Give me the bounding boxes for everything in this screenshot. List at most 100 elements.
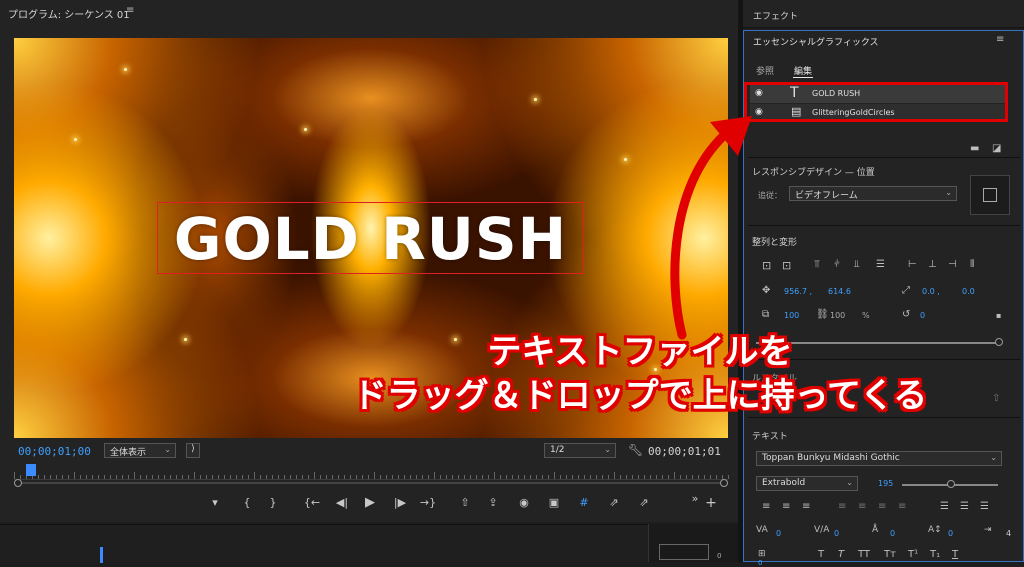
button-editor-add[interactable]: + — [704, 494, 718, 512]
export-button[interactable]: ⇗ — [636, 494, 652, 512]
align-left-icon[interactable]: ⊢ — [908, 259, 917, 270]
align-bottom-icon[interactable]: ⫫ — [854, 259, 860, 270]
font-size-value[interactable]: 195 — [878, 479, 893, 488]
scrub-end-handle[interactable] — [720, 479, 728, 487]
anchor-y[interactable]: 0.0 — [962, 287, 975, 296]
go-to-in-button[interactable]: {← — [302, 494, 322, 512]
ruler-tick — [350, 475, 351, 479]
align-vertical-center-icon[interactable]: ⊡ — [762, 259, 771, 272]
kerning-value[interactable]: 0 — [834, 529, 839, 538]
scrub-start-handle[interactable] — [14, 479, 22, 487]
mark-in-button[interactable]: { — [240, 494, 254, 512]
vertical-align-bottom-icon[interactable]: ☰ — [980, 501, 989, 512]
new-layer-icon[interactable]: ◪ — [992, 143, 1001, 154]
align-horizontal-center-icon[interactable]: ⊡ — [782, 259, 791, 272]
ruler-tick — [302, 475, 303, 479]
effects-title[interactable]: エフェクト — [753, 9, 798, 22]
current-timecode[interactable]: 00;00;01;00 — [18, 445, 91, 458]
align-text-left-icon[interactable]: ≡ — [762, 501, 770, 512]
settings-bracket-icon[interactable]: ⟩ — [186, 443, 200, 458]
zoom-select[interactable]: 全体表示 ⌄ — [104, 443, 176, 458]
bottom-value[interactable]: 0 — [758, 559, 762, 567]
faux-bold-icon[interactable]: T — [818, 549, 824, 560]
ruler-tick — [692, 475, 693, 479]
export-frame-button[interactable]: ◉ — [516, 494, 532, 512]
distribute-horizontal-icon[interactable]: ⦀ — [970, 259, 974, 270]
ruler-tick — [110, 475, 111, 479]
mark-out-button[interactable]: } — [266, 494, 280, 512]
folder-icon[interactable]: ▬ — [970, 143, 979, 154]
justify-left-icon[interactable]: ≡ — [838, 501, 846, 512]
tab-browse[interactable]: 参照 — [756, 64, 774, 77]
ruler-tick — [656, 475, 657, 479]
tsume-value[interactable]: 4 — [1006, 529, 1011, 538]
time-ruler[interactable] — [14, 464, 729, 480]
justify-all-icon[interactable]: ≡ — [898, 501, 906, 512]
multi-camera-button[interactable]: ⇗ — [606, 494, 622, 512]
position-y[interactable]: 614.6 — [828, 287, 851, 296]
vertical-align-top-icon[interactable]: ☰ — [940, 501, 949, 512]
hamburger-icon[interactable]: ≡ — [996, 34, 1004, 45]
annotation-line-2: ドラッグ＆ドロップで上に持ってくる — [352, 375, 929, 417]
ruler-tick — [704, 475, 705, 479]
align-center-icon[interactable]: ⊥ — [928, 259, 937, 270]
underline-icon[interactable]: T — [952, 549, 958, 560]
justify-center-icon[interactable]: ≡ — [858, 501, 866, 512]
all-caps-icon[interactable]: TT — [858, 549, 870, 560]
title-selection-box[interactable]: GOLD RUSH — [157, 202, 584, 274]
leading-value[interactable]: 0 — [890, 529, 895, 538]
ruler-tick — [458, 475, 459, 479]
step-forward-button[interactable]: |▶ — [390, 494, 410, 512]
ruler-tick — [62, 475, 63, 479]
wrench-icon[interactable]: 🔧︎ — [628, 443, 643, 457]
play-button[interactable]: ▶ — [362, 494, 378, 512]
more-buttons[interactable]: » — [688, 490, 702, 508]
align-top-icon[interactable]: ⫪ — [814, 259, 820, 270]
program-menu-icon[interactable]: ≡ — [126, 5, 134, 16]
font-size-slider-handle[interactable] — [947, 480, 955, 488]
add-marker-button[interactable]: ▾ — [208, 494, 222, 512]
extract-button[interactable]: ⇪ — [484, 494, 502, 512]
baseline-value[interactable]: 0 — [948, 529, 953, 538]
safe-margins-button[interactable]: # — [576, 494, 592, 512]
scrub-bar[interactable] — [14, 482, 728, 484]
anchor-x[interactable]: 0.0 , — [922, 287, 940, 296]
follow-select[interactable]: ビデオフレーム ⌄ — [789, 186, 957, 201]
tab-edit[interactable]: 編集 — [794, 64, 812, 77]
justify-right-icon[interactable]: ≡ — [878, 501, 886, 512]
playhead[interactable] — [26, 464, 36, 476]
faux-italic-icon[interactable]: T — [838, 549, 844, 560]
lift-button[interactable]: ⇧ — [456, 494, 474, 512]
superscript-icon[interactable]: T¹ — [908, 549, 918, 560]
font-select[interactable]: Toppan Bunkyu Midashi Gothic ⌄ — [756, 451, 1002, 466]
step-back-button[interactable]: ◀| — [332, 494, 352, 512]
annotation-arrow — [670, 116, 752, 340]
ruler-tick — [236, 475, 237, 479]
go-to-out-button[interactable]: →} — [418, 494, 438, 512]
align-middle-icon[interactable]: ⫩ — [834, 259, 840, 270]
timeline-playhead[interactable] — [100, 547, 103, 563]
small-caps-icon[interactable]: Tт — [884, 549, 896, 560]
vertical-align-center-icon[interactable]: ☰ — [960, 501, 969, 512]
rotation-value[interactable]: 0 — [920, 311, 925, 320]
align-text-center-icon[interactable]: ≡ — [782, 501, 790, 512]
tracking-value[interactable]: 0 — [776, 529, 781, 538]
align-text-right-icon[interactable]: ≡ — [802, 501, 810, 512]
opacity-slider-handle[interactable] — [995, 338, 1003, 346]
ruler-tick — [614, 472, 615, 479]
distribute-vertical-icon[interactable]: ☰ — [876, 259, 885, 270]
scale-value[interactable]: 100 — [784, 311, 799, 320]
comparison-view-button[interactable]: ▣ — [546, 494, 562, 512]
font-style-select[interactable]: Extrabold ⌄ — [756, 476, 858, 491]
ruler-tick — [152, 475, 153, 479]
push-style-icon[interactable]: ⇧ — [992, 393, 1000, 404]
resolution-select[interactable]: 1/2 ⌄ — [544, 443, 616, 458]
pin-widget[interactable] — [970, 175, 1010, 215]
position-x[interactable]: 956.7 , — [784, 287, 812, 296]
sparkle — [184, 338, 187, 341]
divider — [748, 225, 1020, 226]
link-icon[interactable]: ⛓︎ — [816, 309, 829, 320]
subscript-icon[interactable]: T₁ — [930, 549, 940, 560]
align-right-icon[interactable]: ⊣ — [948, 259, 957, 270]
ruler-tick — [512, 475, 513, 479]
